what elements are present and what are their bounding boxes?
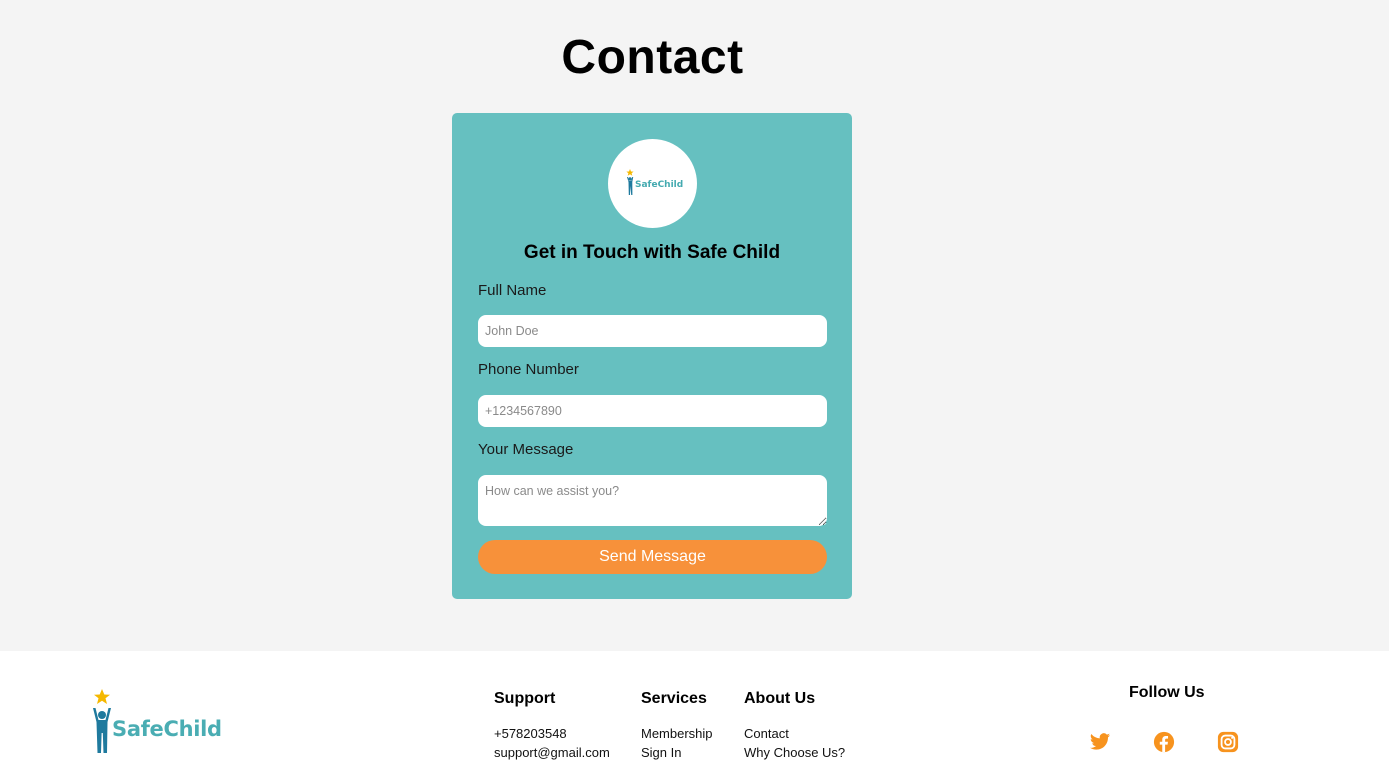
services-link-sign-in[interactable]: Sign In	[641, 745, 681, 760]
about-link-contact[interactable]: Contact	[744, 726, 789, 741]
message-textarea[interactable]	[478, 475, 827, 526]
twitter-icon[interactable]	[1089, 731, 1111, 753]
safechild-mini-logo: SafeChild	[626, 169, 683, 197]
services-link-membership[interactable]: Membership	[641, 726, 713, 741]
message-label: Your Message	[478, 441, 574, 458]
support-heading: Support	[494, 690, 556, 707]
phone-number-input[interactable]	[478, 395, 827, 427]
contact-page: Contact SafeChild Get in Touch with Safe…	[0, 0, 1389, 784]
phone-number-label: Phone Number	[478, 361, 579, 378]
contact-card: SafeChild Get in Touch with Safe Child F…	[452, 113, 852, 599]
footer-logo[interactable]: SafeChild	[90, 689, 222, 759]
services-heading: Services	[641, 690, 707, 707]
follow-us-heading: Follow Us	[1129, 684, 1205, 701]
instagram-icon[interactable]	[1217, 731, 1239, 753]
card-logo-text: SafeChild	[635, 180, 684, 190]
send-message-button[interactable]: Send Message	[478, 540, 827, 574]
about-heading: About Us	[744, 690, 816, 707]
support-phone[interactable]: +578203548	[494, 726, 567, 741]
safechild-figure-icon	[93, 689, 111, 753]
card-logo: SafeChild	[608, 139, 697, 228]
full-name-input[interactable]	[478, 315, 827, 347]
card-heading: Get in Touch with Safe Child	[523, 242, 781, 263]
footer: SafeChild Support +578203548 support@gma…	[0, 651, 1389, 784]
page-title: Contact	[561, 31, 744, 84]
facebook-icon[interactable]	[1153, 731, 1175, 753]
support-email[interactable]: support@gmail.com	[494, 745, 610, 760]
footer-logo-text: SafeChild	[112, 717, 222, 741]
full-name-label: Full Name	[478, 282, 547, 299]
about-link-why-choose-us[interactable]: Why Choose Us?	[744, 745, 845, 760]
